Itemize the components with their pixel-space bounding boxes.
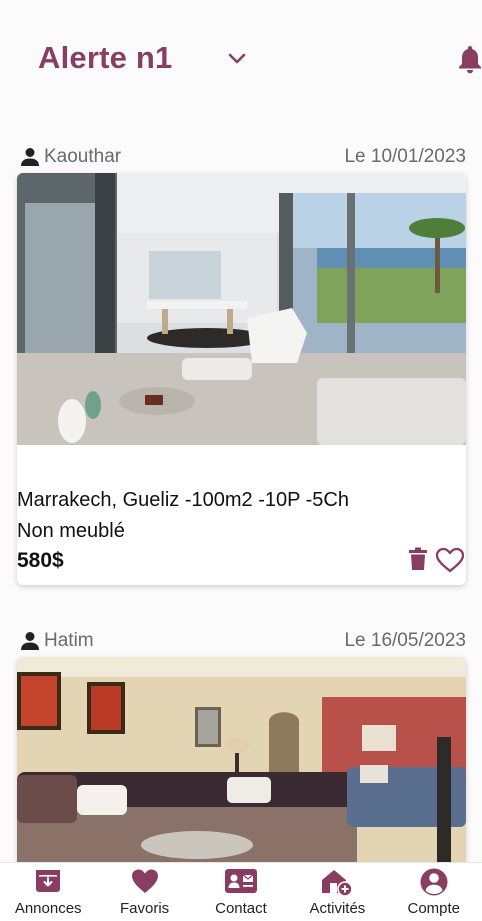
bottom-navigation: Annonces Favoris Contact Activités Compt… [0,862,482,921]
listing-date: Le 16/05/2023 [344,630,466,651]
nav-label: Activités [309,900,366,917]
nav-label: Contact [215,900,267,917]
nav-contact[interactable]: Contact [193,863,289,921]
trash-icon[interactable] [408,547,428,571]
listing-meta: Hatim Le 16/05/2023 [20,630,466,656]
listing-date: Le 10/01/2023 [344,146,466,167]
nav-compte[interactable]: Compte [386,863,482,921]
listing-owner: Kaouthar [20,146,121,168]
heart-icon [131,869,158,893]
person-icon [21,148,39,166]
listing-address: Marrakech, Gueliz -100m2 -10P -5Ch [17,489,349,511]
listing-furnishing: Non meublé [17,520,125,542]
house-add-icon [322,870,354,897]
nav-label: Compte [407,900,461,917]
listing-photo[interactable] [17,657,466,867]
contact-card-icon [224,869,257,893]
nav-label: Favoris [119,900,170,917]
nav-annonces[interactable]: Annonces [0,863,96,921]
listing-card[interactable] [17,657,466,867]
favorite-heart-icon[interactable] [435,547,465,573]
listing-card[interactable]: Marrakech, Gueliz -100m2 -10P -5Ch Non m… [17,173,466,585]
nav-activites[interactable]: Activités [289,863,385,921]
nav-label: Annonces [14,900,82,917]
app-header: Alerte n1 [0,0,482,120]
listing-owner: Hatim [20,630,94,652]
listing-owner-name: Hatim [44,630,94,651]
page-title: Alerte n1 [38,40,173,75]
listing-owner-name: Kaouthar [44,146,122,167]
listing-meta: Kaouthar Le 10/01/2023 [20,146,466,172]
person-icon [21,632,39,650]
notification-bell-icon[interactable] [457,44,482,74]
nav-favoris[interactable]: Favoris [96,863,192,921]
chevron-down-icon[interactable] [226,50,248,68]
listing-photo[interactable] [17,173,466,445]
listing-price: 580$ [17,549,64,572]
inbox-download-icon [36,870,61,892]
account-circle-icon [420,868,448,896]
